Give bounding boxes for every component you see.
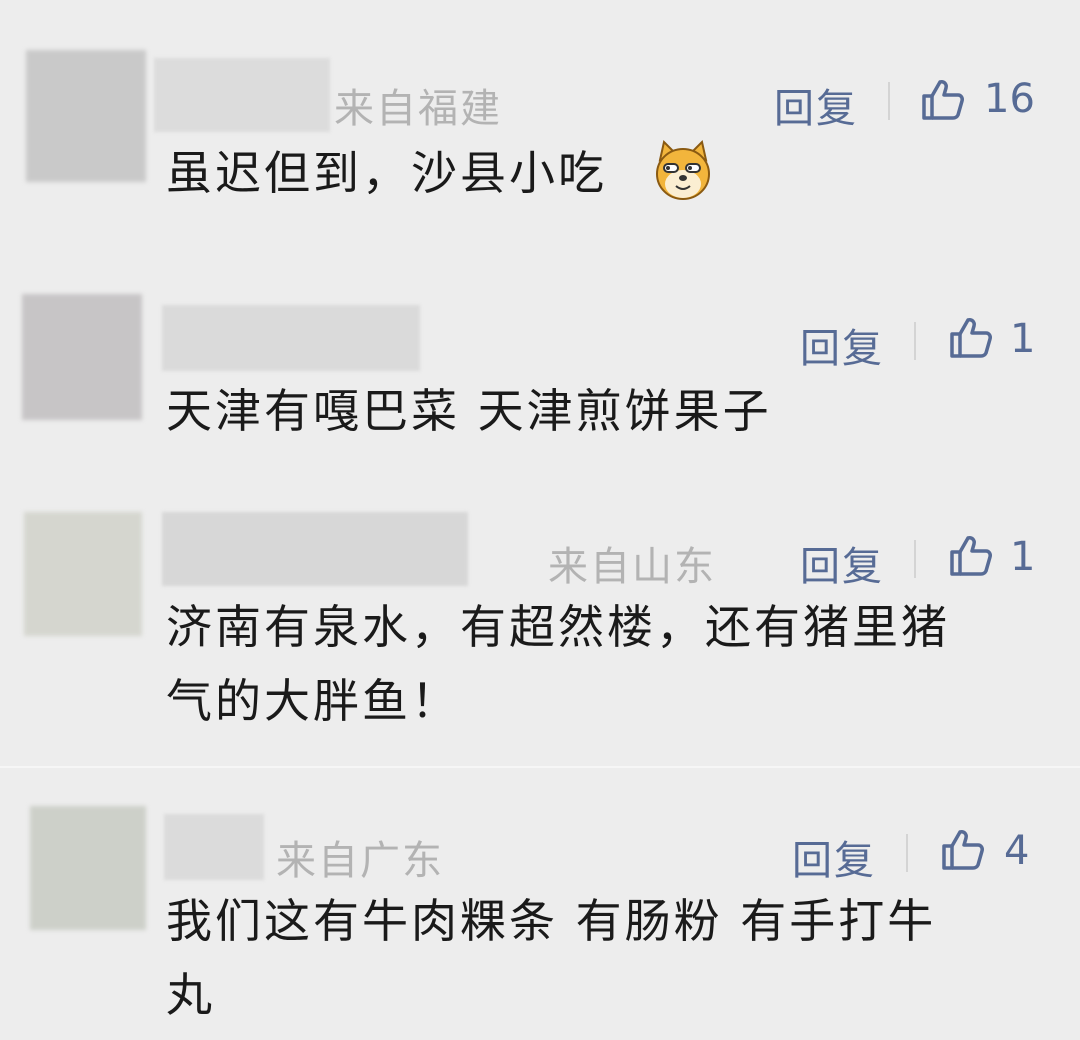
comment-item: 来自广东 回复 4 我们这有牛肉粿条 有肠粉 有手打牛 丸	[0, 0, 1080, 1040]
username[interactable]	[164, 814, 264, 880]
comment-text-line: 我们这有牛肉粿条 有肠粉 有手打牛	[166, 894, 937, 948]
like-count: 4	[1004, 828, 1030, 874]
location-label: 来自广东	[276, 838, 444, 884]
reply-button[interactable]: 回复	[792, 828, 876, 886]
separator	[906, 834, 908, 872]
comment-text-line: 丸	[166, 968, 215, 1022]
thumbs-up-icon[interactable]	[938, 826, 986, 874]
avatar[interactable]	[30, 806, 146, 930]
